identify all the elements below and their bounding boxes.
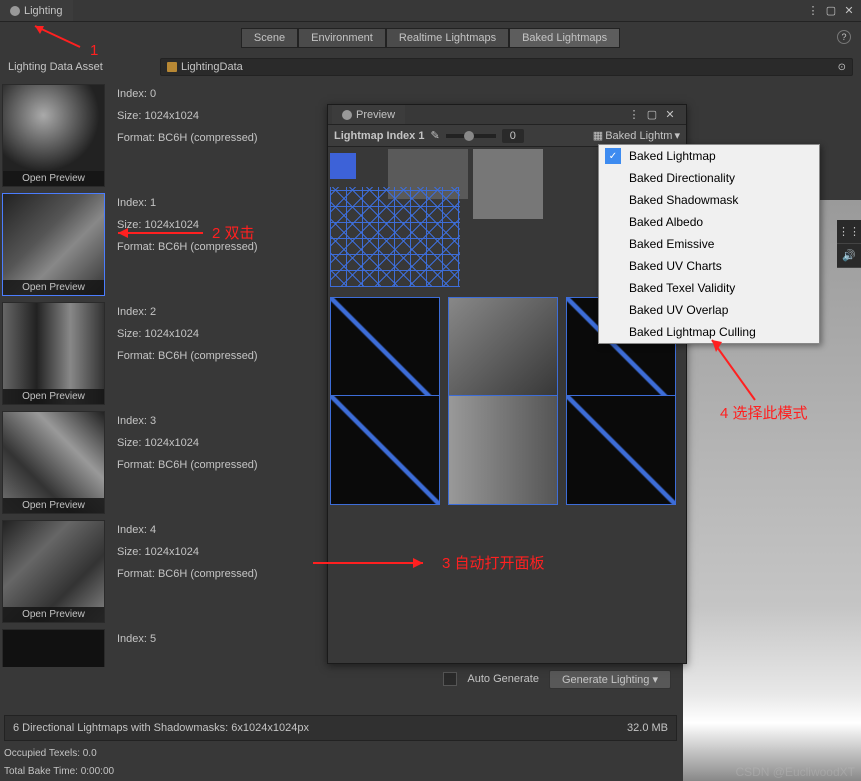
open-preview-1[interactable]: Open Preview — [3, 280, 104, 295]
preview-header: Preview ⋮ ▢ ✕ — [328, 105, 686, 125]
generate-lighting-button[interactable]: Generate Lighting ▾ — [549, 670, 671, 689]
preview-tab[interactable]: Preview — [332, 105, 405, 124]
object-picker-icon[interactable]: ⊙ — [838, 62, 846, 73]
menu-baked-emissive[interactable]: Baked Emissive — [599, 233, 819, 255]
preview-mode-label: Baked Lightm — [605, 130, 672, 142]
asset-label: Lighting Data Asset — [8, 61, 148, 73]
lm-format: Format: BC6H (compressed) — [117, 241, 258, 253]
open-preview-3[interactable]: Open Preview — [3, 498, 104, 513]
audio-icon[interactable]: 🔊 — [837, 244, 861, 268]
tab-environment[interactable]: Environment — [298, 28, 386, 48]
check-icon: ✓ — [605, 148, 621, 164]
open-preview-0[interactable]: Open Preview — [3, 171, 104, 186]
watermark: CSDN @EucliwoodXT — [735, 765, 855, 779]
lighting-tab-label: Lighting — [24, 5, 63, 17]
lightmap-thumb-0[interactable]: Open Preview — [2, 84, 105, 187]
lm-index: Index: 0 — [117, 88, 258, 100]
tab-scene[interactable]: Scene — [241, 28, 298, 48]
status-size: 32.0 MB — [627, 722, 668, 734]
lightmap-thumb-4[interactable]: Open Preview — [2, 520, 105, 623]
lightmap-thumb-3[interactable]: Open Preview — [2, 411, 105, 514]
lightmap-thumb-1[interactable]: Open Preview — [2, 193, 105, 296]
options-icon[interactable]: ⋮ — [805, 3, 821, 19]
preview-icon — [342, 110, 352, 120]
auto-generate-label: Auto Generate — [467, 673, 539, 685]
tab-realtime-lightmaps[interactable]: Realtime Lightmaps — [386, 28, 509, 48]
lighting-data-asset-field[interactable]: LightingData ⊙ — [160, 58, 853, 76]
menu-baked-albedo[interactable]: Baked Albedo — [599, 211, 819, 233]
status-summary: 6 Directional Lightmaps with Shadowmasks… — [13, 722, 309, 734]
lm-format: Format: BC6H (compressed) — [117, 350, 258, 362]
close-icon[interactable]: ✕ — [841, 3, 857, 19]
tab-baked-lightmaps[interactable]: Baked Lightmaps — [509, 28, 620, 48]
preview-mode-menu: ✓Baked Lightmap Baked Directionality Bak… — [598, 144, 820, 344]
lm-format: Format: BC6H (compressed) — [117, 459, 258, 471]
help-icon[interactable]: ? — [837, 30, 851, 44]
window-controls: ⋮ ▢ ✕ — [805, 3, 861, 19]
side-toolbar: ⋮⋮ 🔊 — [837, 220, 861, 268]
menu-baked-shadowmask[interactable]: Baked Shadowmask — [599, 189, 819, 211]
bug-icon[interactable]: ⋮⋮ — [837, 220, 861, 244]
bake-time: Total Bake Time: 0:00:00 — [4, 763, 114, 781]
lighting-data-asset-row: Lighting Data Asset LightingData ⊙ — [0, 54, 861, 80]
menu-baked-lightmap-culling[interactable]: Baked Lightmap Culling — [599, 321, 819, 343]
lm-format: Format: BC6H (compressed) — [117, 132, 258, 144]
menu-baked-texel-validity[interactable]: Baked Texel Validity — [599, 277, 819, 299]
open-preview-4[interactable]: Open Preview — [3, 607, 104, 622]
lightmap-thumb-2[interactable]: Open Preview — [2, 302, 105, 405]
preview-tab-label: Preview — [356, 109, 395, 121]
lm-format: Format: BC6H (compressed) — [117, 568, 258, 580]
occupied-texels: Occupied Texels: 0.0 — [4, 745, 114, 763]
lm-size: Size: 1024x1024 — [117, 328, 258, 340]
menu-baked-lightmap[interactable]: ✓Baked Lightmap — [599, 145, 819, 167]
lighting-icon — [10, 6, 20, 16]
window-tab-bar: Lighting ⋮ ▢ ✕ — [0, 0, 861, 22]
preview-maximize-icon[interactable]: ▢ — [644, 107, 660, 123]
menu-baked-directionality[interactable]: Baked Directionality — [599, 167, 819, 189]
edit-icon[interactable]: ✎ — [430, 129, 439, 142]
bottom-bar: Auto Generate Generate Lighting ▾ — [0, 667, 681, 691]
asset-value: LightingData — [181, 61, 243, 73]
lm-size: Size: 1024x1024 — [117, 546, 258, 558]
lm-size: Size: 1024x1024 — [117, 110, 258, 122]
preview-close-icon[interactable]: ✕ — [662, 107, 678, 123]
uv-small-grid — [330, 187, 460, 287]
menu-baked-uv-charts[interactable]: Baked UV Charts — [599, 255, 819, 277]
status-bar: 6 Directional Lightmaps with Shadowmasks… — [4, 715, 677, 741]
lm-size: Size: 1024x1024 — [117, 219, 258, 231]
exposure-slider[interactable] — [446, 134, 496, 138]
lm-index: Index: 3 — [117, 415, 258, 427]
lighting-tab[interactable]: Lighting — [0, 0, 73, 21]
menu-baked-uv-overlap[interactable]: Baked UV Overlap — [599, 299, 819, 321]
lm-index: Index: 1 — [117, 197, 258, 209]
lm-index: Index: 5 — [117, 633, 156, 645]
open-preview-2[interactable]: Open Preview — [3, 389, 104, 404]
auto-generate-checkbox[interactable] — [443, 672, 457, 686]
layers-icon: ▦ — [593, 129, 603, 142]
lm-index: Index: 2 — [117, 306, 258, 318]
asset-icon — [167, 62, 177, 72]
info-lines: Occupied Texels: 0.0 Total Bake Time: 0:… — [4, 745, 114, 781]
exposure-value[interactable]: 0 — [502, 129, 524, 143]
preview-title: Lightmap Index 1 — [334, 130, 424, 142]
lighting-subtabs: Scene Environment Realtime Lightmaps Bak… — [0, 22, 861, 54]
lightmap-thumb-5[interactable] — [2, 629, 105, 669]
preview-options-icon[interactable]: ⋮ — [626, 107, 642, 123]
lm-index: Index: 4 — [117, 524, 258, 536]
preview-mode-dropdown[interactable]: ▦ Baked Lightm ▾ — [593, 129, 680, 142]
lm-size: Size: 1024x1024 — [117, 437, 258, 449]
maximize-icon[interactable]: ▢ — [823, 3, 839, 19]
chevron-down-icon: ▾ — [674, 129, 680, 142]
